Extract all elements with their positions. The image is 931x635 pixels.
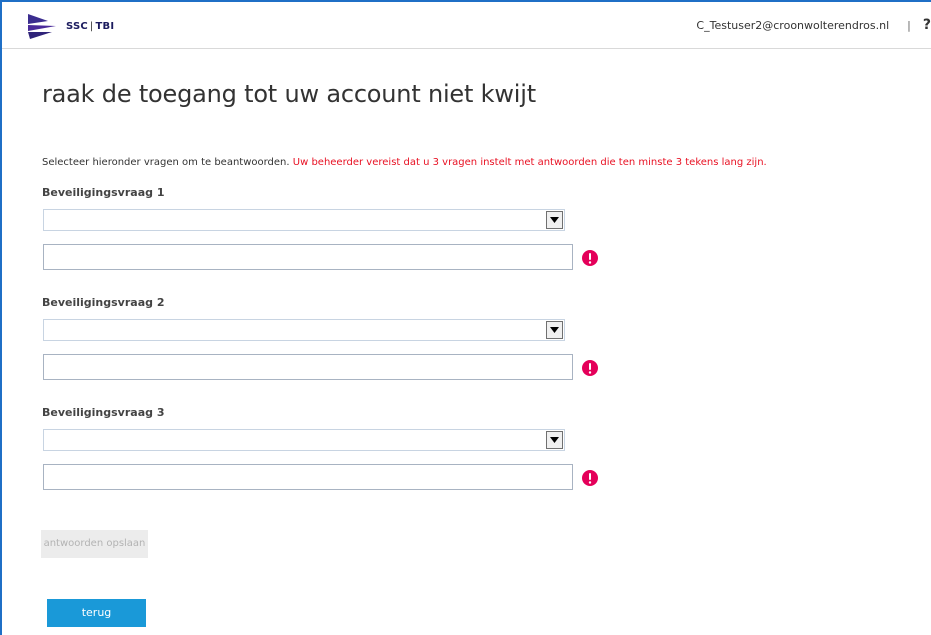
security-question-1-label: Beveiligingsvraag 1 bbox=[42, 186, 165, 199]
back-button[interactable]: terug bbox=[47, 599, 146, 627]
security-answer-1-input[interactable] bbox=[43, 244, 573, 270]
logo-text: SSC | TBI bbox=[66, 20, 115, 32]
chevron-down-icon[interactable] bbox=[546, 211, 563, 229]
ssc-logo: SSC | TBI bbox=[26, 10, 114, 42]
header-divider: | bbox=[907, 18, 911, 32]
security-question-3-select[interactable] bbox=[43, 429, 565, 451]
instructions-plain: Selecteer hieronder vragen om te beantwo… bbox=[42, 157, 290, 168]
save-answers-button[interactable]: antwoorden opslaan bbox=[41, 530, 148, 558]
error-icon bbox=[582, 360, 598, 376]
security-question-1-select[interactable] bbox=[43, 209, 565, 231]
chevron-down-icon[interactable] bbox=[546, 321, 563, 339]
security-question-3-label: Beveiligingsvraag 3 bbox=[42, 406, 165, 419]
page-title: raak de toegang tot uw account niet kwij… bbox=[42, 80, 536, 108]
user-area: C_Testuser2@croonwolterendros.nl | ? bbox=[696, 16, 931, 34]
security-answer-3-input[interactable] bbox=[43, 464, 573, 490]
help-icon[interactable]: ? bbox=[923, 17, 931, 33]
error-icon bbox=[582, 250, 598, 266]
window-frame-left bbox=[0, 0, 2, 635]
security-question-2-select[interactable] bbox=[43, 319, 565, 341]
instructions-text: Selecteer hieronder vragen om te beantwo… bbox=[42, 157, 767, 168]
security-question-2-label: Beveiligingsvraag 2 bbox=[42, 296, 165, 309]
user-email[interactable]: C_Testuser2@croonwolterendros.nl bbox=[696, 19, 889, 32]
security-answer-2-input[interactable] bbox=[43, 354, 573, 380]
logo-mark-icon bbox=[28, 14, 56, 39]
requirement-warning: Uw beheerder vereist dat u 3 vragen inst… bbox=[292, 157, 767, 168]
error-icon bbox=[582, 470, 598, 486]
top-bar: SSC | TBI C_Testuser2@croonwolterendros.nl… bbox=[2, 2, 931, 49]
chevron-down-icon[interactable] bbox=[546, 431, 563, 449]
